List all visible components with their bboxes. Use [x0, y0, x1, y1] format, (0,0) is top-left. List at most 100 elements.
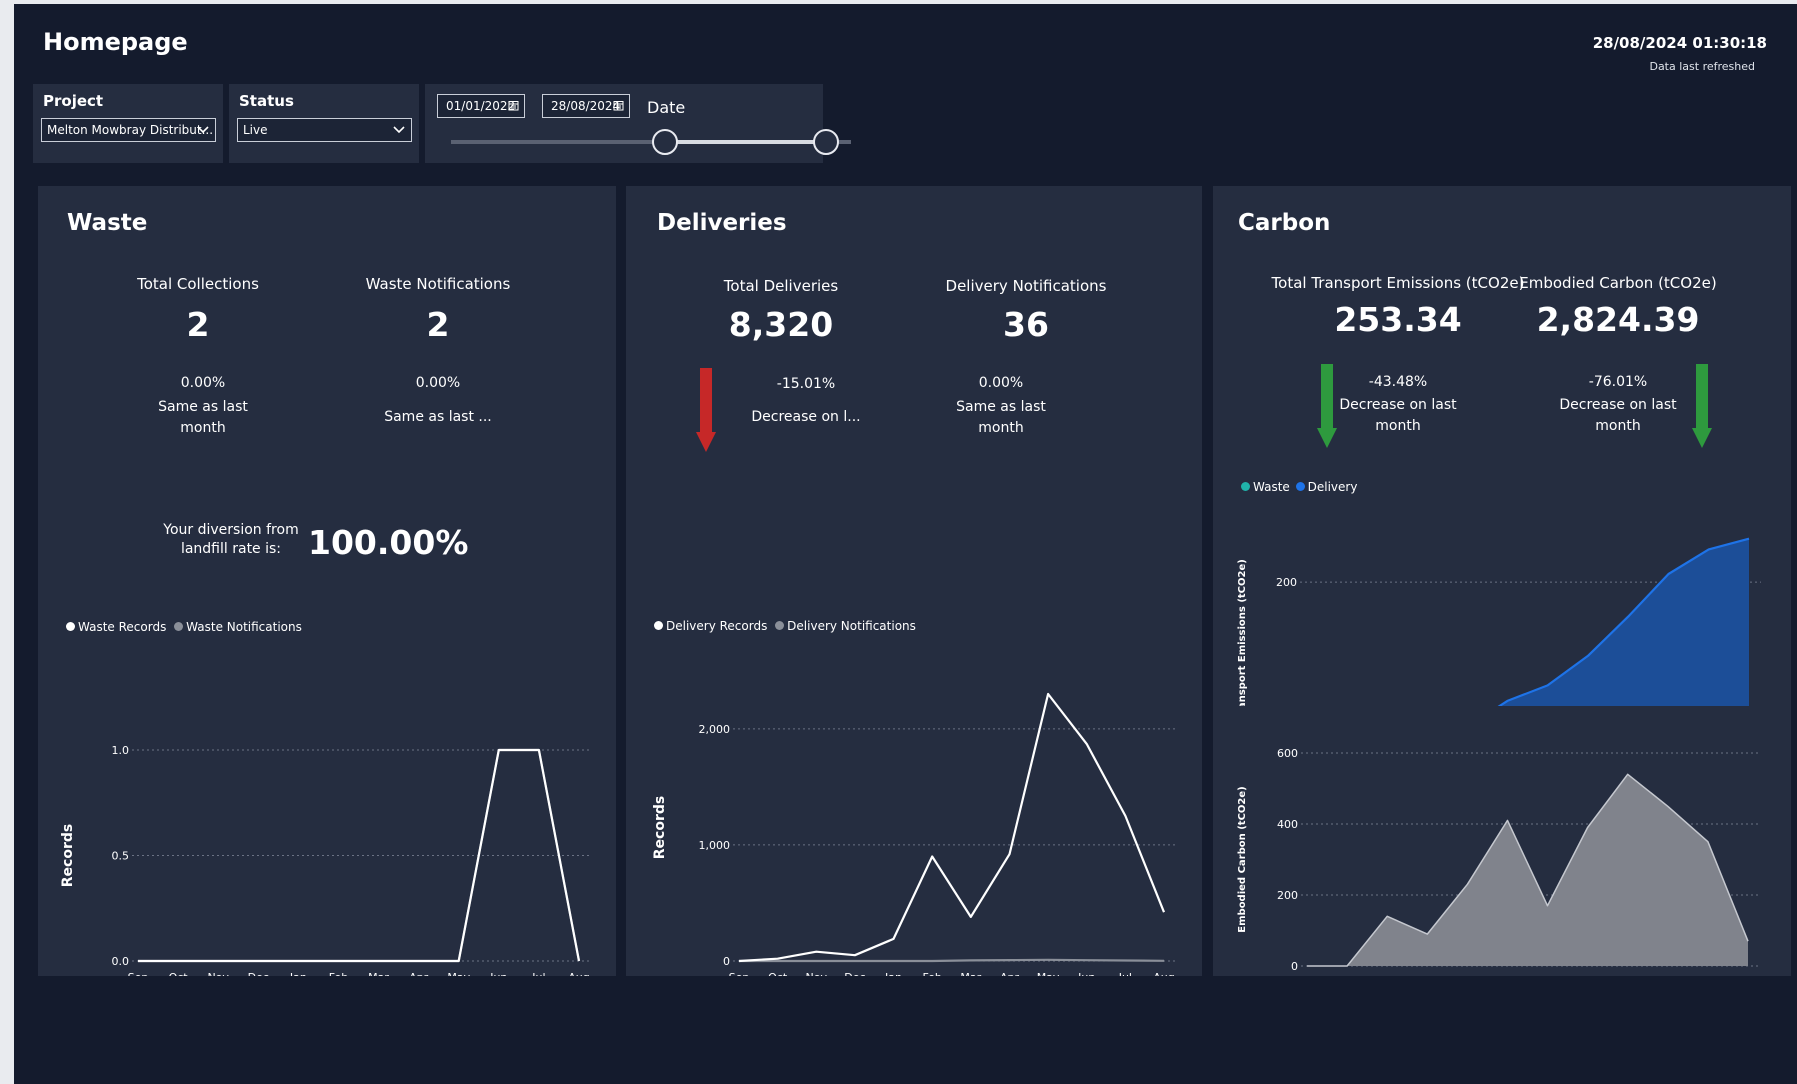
y-tick-label: 600	[1277, 747, 1298, 760]
y-tick-label: 0	[1291, 960, 1298, 973]
waste-notifications-value: 2	[426, 305, 450, 344]
legend-label: Delivery	[1307, 480, 1358, 494]
waste-title: Waste	[67, 210, 148, 236]
embodied-carbon-label: Embodied Carbon (tCO2e)	[1519, 274, 1717, 292]
x-tick-label: Oct2023	[164, 971, 192, 976]
legend-item-waste-records[interactable]: Waste Records	[66, 620, 166, 634]
project-dropdown[interactable]: Melton Mowbray Distribut...	[41, 118, 216, 142]
waste-panel: Waste Total Collections 2 0.00% Same as …	[38, 186, 616, 976]
x-tick-label: Jul2024	[1111, 971, 1139, 976]
x-tick-label: Nov2023	[204, 971, 232, 976]
legend-dot	[775, 621, 785, 630]
legend-label: Delivery Records	[666, 619, 768, 633]
y-tick-label: 2,000	[699, 723, 731, 736]
x-tick-label: Feb2024	[324, 971, 352, 976]
total-collections-label: Total Collections	[137, 275, 259, 293]
x-tick-label: Aug2024	[565, 971, 593, 976]
end-date-input[interactable]: 28/08/2024	[542, 94, 630, 118]
legend-item-delivery-records[interactable]: Delivery Records	[654, 619, 767, 633]
y-tick-label: 0	[723, 955, 730, 968]
y-axis-title: Records	[652, 796, 668, 859]
x-tick-label: Jan2024	[284, 971, 312, 976]
chevron-down-icon	[393, 126, 405, 134]
total-deliveries-note: Decrease on l...	[751, 409, 861, 425]
trend-down-arrow-icon	[1317, 364, 1337, 448]
delivery-notifications-change: 0.00%	[978, 375, 1024, 391]
calendar-icon	[508, 101, 519, 111]
legend-dot	[654, 621, 663, 630]
x-tick-label: Sep2023	[725, 971, 753, 976]
date-slicer: 01/01/2022 28/08/2024 Date	[425, 84, 851, 163]
legend-item-waste-notifications[interactable]: Waste Notifications	[174, 620, 302, 634]
project-label: Project	[43, 92, 104, 110]
legend-dot	[1241, 482, 1250, 491]
y-tick-label: 200	[1277, 889, 1298, 902]
transport-emissions-value: 253.34	[1334, 300, 1462, 339]
x-tick-label: Aug2024	[1150, 971, 1178, 976]
x-tick-label: Jun2024	[485, 971, 513, 976]
y-axis-title: Embodied Carbon (tCO2e)	[1237, 786, 1248, 932]
page-title: Homepage	[43, 28, 188, 56]
transport-emissions-area-chart: 0200Sep2023Oct2023Nov2023Dec2023Jan2024F…	[1237, 537, 1761, 706]
start-date-input[interactable]: 01/01/2022	[437, 94, 525, 118]
deliveries-legend: Delivery Records Delivery Notifications	[654, 619, 916, 633]
date-label: Date	[647, 98, 686, 117]
embodied-carbon-change: -76.01%	[1588, 374, 1648, 390]
status-dropdown[interactable]: Live	[237, 118, 412, 142]
x-tick-label: Sep2023	[124, 971, 152, 976]
trend-down-arrow-icon	[696, 368, 716, 452]
waste-notifications-label: Waste Notifications	[365, 275, 511, 293]
x-tick-label: Dec2023	[841, 971, 869, 976]
trend-down-arrow-icon	[1692, 364, 1712, 448]
end-date-value: 28/08/2024	[551, 99, 621, 113]
waste-line-chart: 0.0 0.5 1.0 Sep2023 Oct2023 Nov2023 Dec2023 Jan…	[60, 744, 593, 976]
x-tick-label: May2024	[445, 971, 473, 976]
deliveries-line-chart: 0 1,000 2,000 Sep2023 Oct2023 Nov2023 Dec2023 J…	[652, 692, 1178, 976]
y-tick-label: 0.5	[112, 850, 130, 863]
legend-item-delivery-notifications[interactable]: Delivery Notifications	[775, 619, 916, 633]
legend-item-delivery[interactable]: Delivery	[1295, 480, 1358, 494]
x-tick-label: Jun2024	[1073, 971, 1101, 976]
project-value: Melton Mowbray Distribut...	[47, 123, 214, 137]
status-slicer: Status Live	[229, 84, 419, 163]
date-range-end-handle[interactable]	[813, 129, 839, 155]
y-tick-label: 400	[1277, 818, 1298, 831]
status-value: Live	[243, 123, 268, 137]
embodied-carbon-area-chart: 0200400600Sep2023Oct2023Nov2023Dec2023Ja…	[1237, 747, 1760, 973]
x-tick-label: Jan2024	[880, 971, 908, 976]
x-tick-label: Apr2024	[405, 971, 433, 976]
series-area-embodied-carbon	[1307, 774, 1748, 966]
y-axis-title: Transport Emissions (tCO2e)	[1237, 559, 1248, 706]
refresh-timestamp: 28/08/2024 01:30:18	[1592, 34, 1767, 52]
chevron-down-icon	[197, 126, 209, 134]
legend-label: Waste Records	[78, 620, 167, 634]
legend-dot	[66, 622, 75, 631]
x-tick-label: Nov2023	[802, 971, 830, 976]
status-label: Status	[239, 92, 294, 110]
legend-label: Waste	[1253, 480, 1290, 494]
total-collections-value: 2	[186, 305, 210, 344]
waste-legend: Waste Records Waste Notifications	[66, 620, 302, 634]
y-tick-label: 0.0	[112, 955, 130, 968]
legend-dot	[174, 622, 184, 631]
date-range-start-handle[interactable]	[652, 129, 678, 155]
delivery-notifications-value: 36	[1003, 305, 1049, 344]
embodied-carbon-note: Decrease on last month	[1559, 397, 1677, 434]
x-tick-label: Jul2024	[525, 971, 553, 976]
legend-item-waste[interactable]: Waste	[1241, 480, 1290, 494]
refresh-label: Data last refreshed	[1649, 60, 1755, 73]
y-tick-label: 200	[1276, 576, 1297, 589]
legend-label: Delivery Notifications	[787, 619, 916, 633]
x-tick-label: Mar2024	[957, 971, 985, 976]
y-tick-label: 1,000	[699, 839, 731, 852]
total-collections-note: Same as last month	[158, 399, 248, 436]
delivery-notifications-note: Same as last month	[956, 399, 1046, 436]
x-tick-label: Dec2023	[244, 971, 272, 976]
x-tick-label: May2024	[1034, 971, 1062, 976]
diversion-label: Your diversion from landfill rate is:	[163, 522, 299, 557]
series-area-delivery	[1499, 538, 1749, 706]
embodied-carbon-value: 2,824.39	[1536, 300, 1700, 339]
legend-dot	[1295, 482, 1305, 491]
delivery-notifications-label: Delivery Notifications	[945, 277, 1107, 295]
x-tick-label: Oct2023	[764, 971, 792, 976]
